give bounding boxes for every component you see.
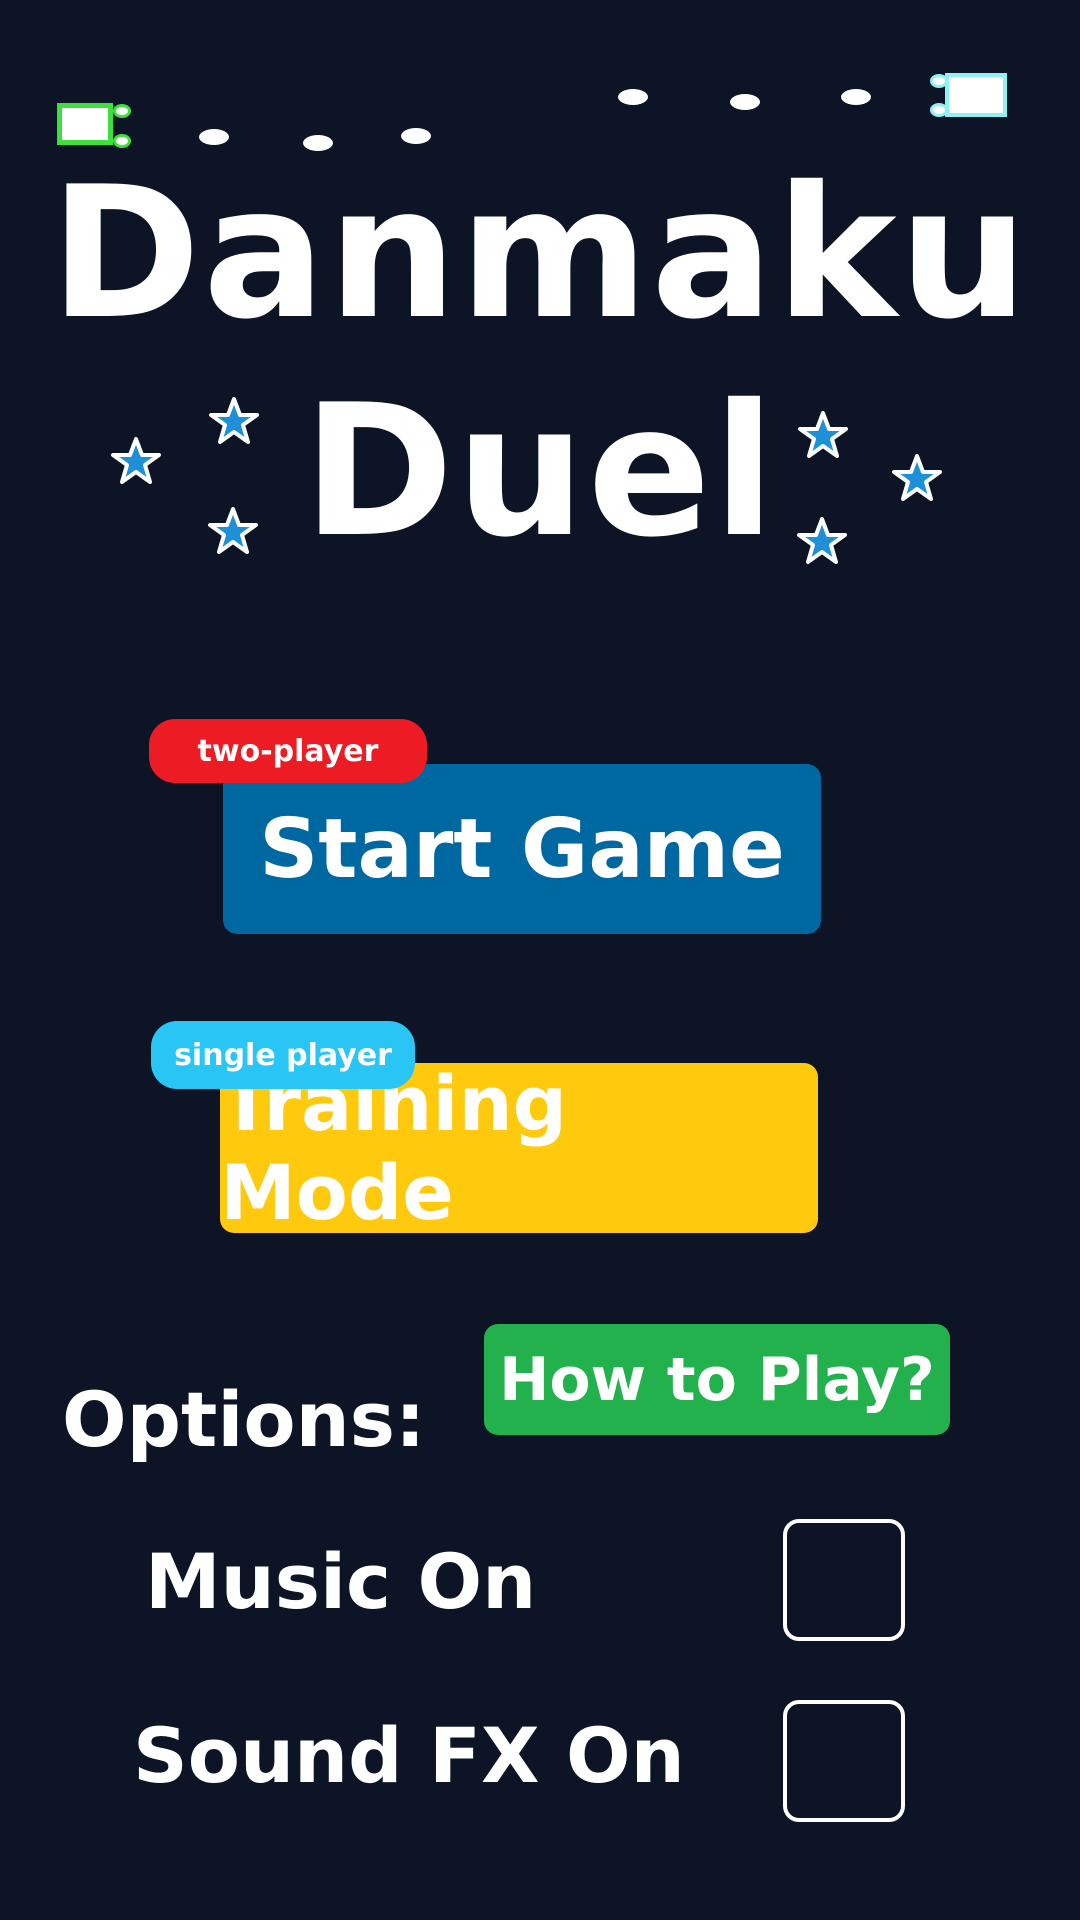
sound-fx-checkbox[interactable]	[783, 1700, 905, 1822]
ship-port-icon	[113, 104, 131, 118]
options-heading: Options:	[62, 1375, 426, 1464]
star-icon	[209, 397, 259, 444]
single-player-tag: single player	[151, 1021, 415, 1089]
ship-port-icon	[930, 103, 948, 117]
star-icon	[892, 454, 942, 501]
single-player-tag-label: single player	[174, 1037, 392, 1073]
start-game-button[interactable]: Start Game	[223, 764, 821, 934]
bullet-icon	[401, 128, 431, 144]
star-icon	[111, 437, 161, 484]
music-checkbox[interactable]	[783, 1519, 905, 1641]
music-option-label: Music On	[145, 1537, 537, 1626]
star-icon	[798, 411, 848, 458]
player-ship-icon	[57, 103, 113, 145]
bullet-icon	[199, 129, 229, 145]
bullet-icon	[730, 94, 760, 110]
how-to-play-label: How to Play?	[499, 1344, 935, 1415]
sound-fx-option-label: Sound FX On	[133, 1711, 685, 1800]
ship-port-icon	[930, 74, 948, 88]
two-player-tag-label: two-player	[197, 733, 379, 769]
star-icon	[797, 517, 847, 564]
two-player-tag: two-player	[149, 719, 427, 783]
enemy-ship-icon	[945, 73, 1007, 117]
bullet-icon	[618, 89, 648, 105]
start-game-label: Start Game	[259, 801, 785, 897]
bullet-icon	[841, 89, 871, 105]
ship-port-icon	[113, 134, 131, 148]
star-icon	[208, 507, 258, 554]
game-title-line-1: Danmaku	[49, 147, 1031, 359]
how-to-play-button[interactable]: How to Play?	[484, 1324, 950, 1435]
